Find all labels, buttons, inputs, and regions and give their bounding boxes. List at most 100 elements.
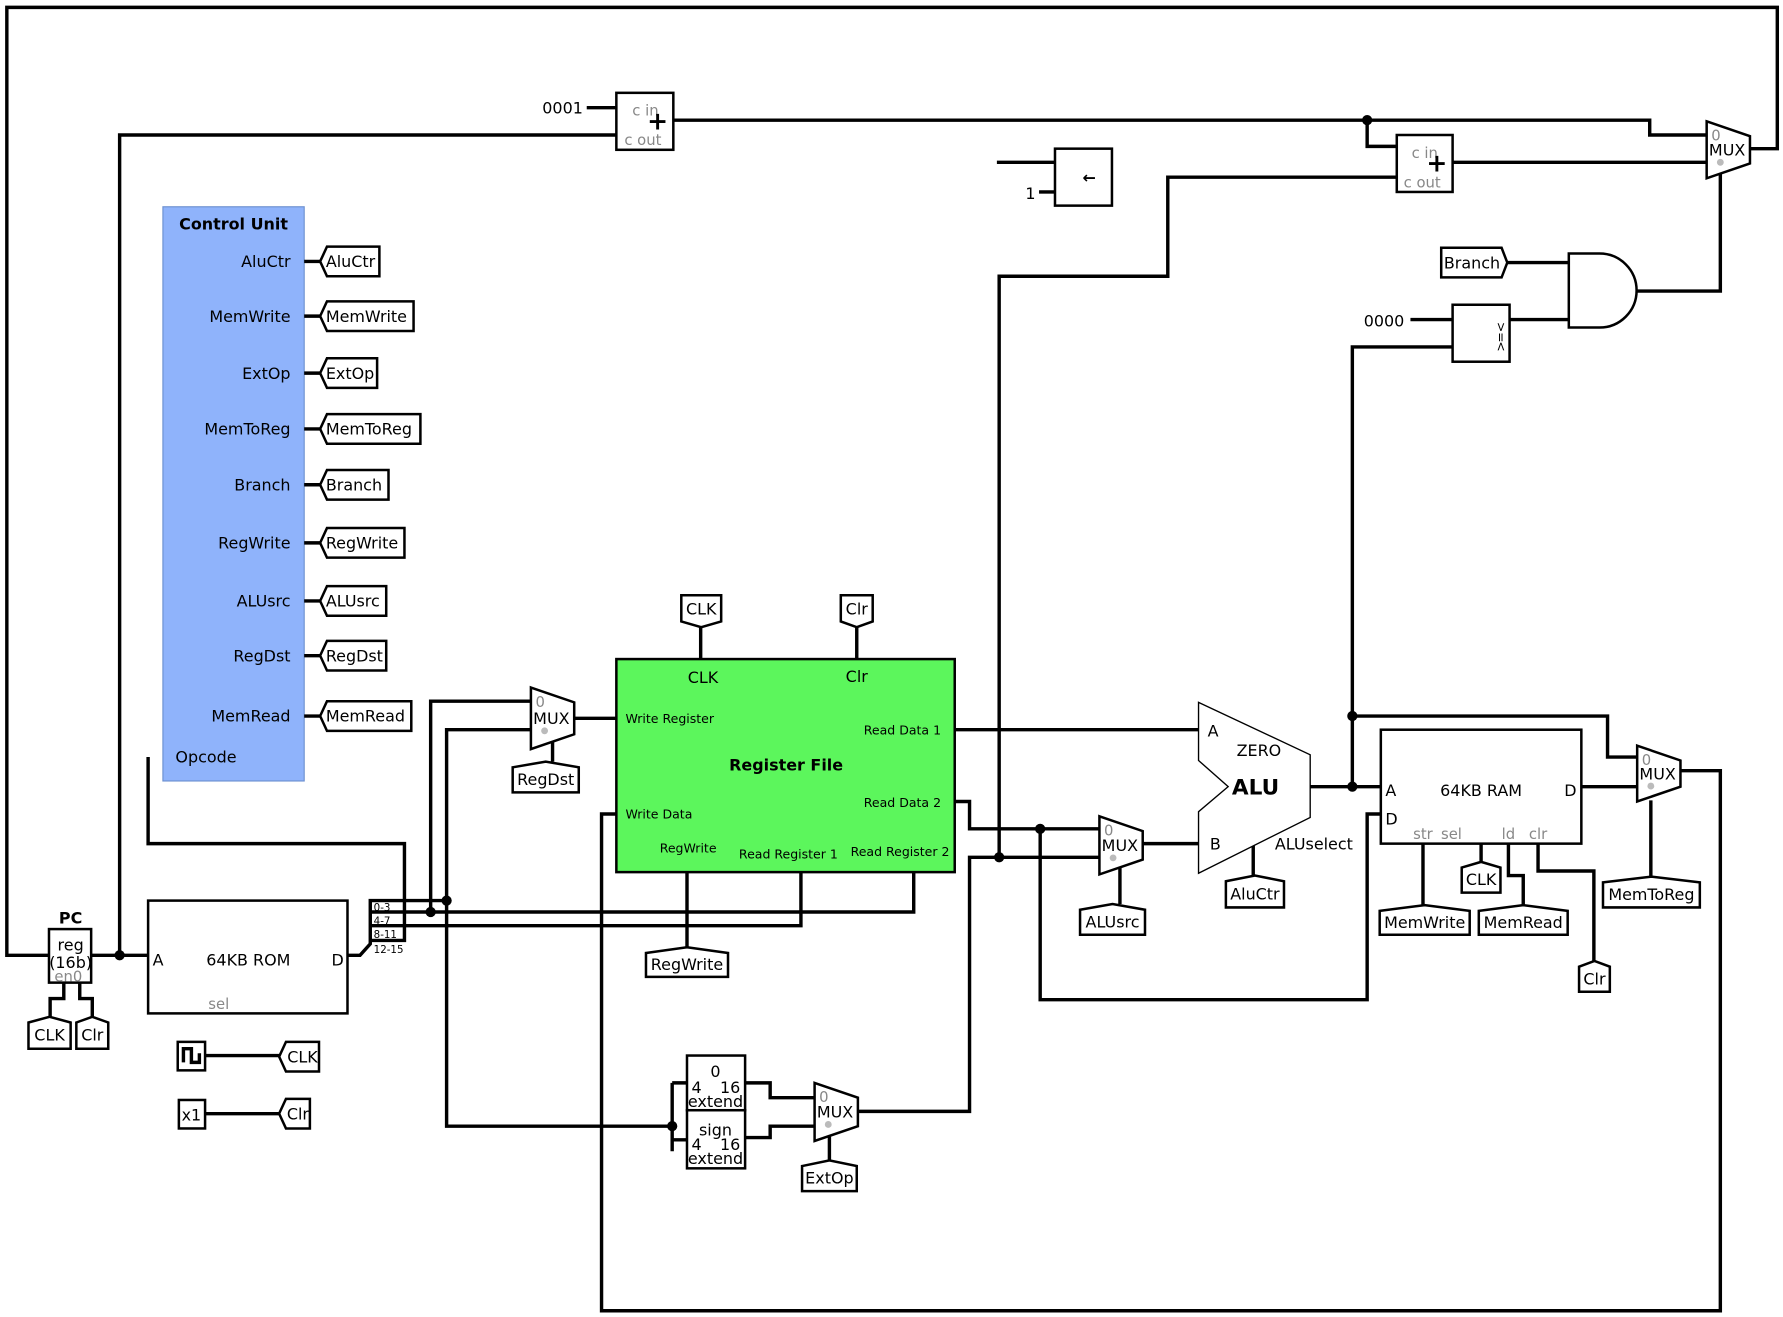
tunnel-branch: Branch <box>1439 246 1509 279</box>
branch-adder: c in + c out <box>1395 133 1454 194</box>
svg-text:64KB ROM: 64KB ROM <box>206 951 290 970</box>
svg-text:ALUsrc: ALUsrc <box>326 592 380 611</box>
tunnel-memwrite: MemWrite <box>318 300 415 333</box>
svg-text:Clr: Clr <box>846 667 869 686</box>
tunnel-memtoreg: MemToReg <box>318 412 422 445</box>
svg-text:RegWrite: RegWrite <box>651 955 723 974</box>
svg-text:Control Unit: Control Unit <box>179 215 288 234</box>
svg-text:MUX: MUX <box>1639 764 1675 783</box>
svg-text:←: ← <box>1082 168 1095 187</box>
tunnel-clr: Clr <box>75 1015 110 1050</box>
clock-source[interactable] <box>176 1040 207 1072</box>
sign-extender: sign 4 16 extend <box>685 1108 747 1170</box>
svg-text:RegWrite: RegWrite <box>326 534 398 553</box>
control-output-label: RegDst <box>233 646 290 665</box>
svg-text:Register File: Register File <box>729 756 843 775</box>
regdst-mux: 0MUX <box>529 685 576 751</box>
tunnel-memtoreg: MemToReg <box>1601 875 1702 909</box>
control-output-label: MemToReg <box>204 420 290 439</box>
svg-text:x1: x1 <box>182 1105 202 1124</box>
pc-register: PC reg (16b) en0 <box>47 908 93 985</box>
svg-text:12-15: 12-15 <box>374 944 404 956</box>
control-output-label: Branch <box>234 475 290 494</box>
svg-text:ExtOp: ExtOp <box>326 364 374 383</box>
constant-0001: 0001 <box>542 98 583 117</box>
svg-text:Read Data 2: Read Data 2 <box>864 795 941 810</box>
svg-text:en0: en0 <box>54 968 82 985</box>
tunnel-memwrite: MemWrite <box>1378 903 1471 937</box>
svg-text:Clr: Clr <box>846 600 869 619</box>
svg-text:D: D <box>332 951 344 970</box>
alusrc-mux: 0MUX <box>1098 814 1144 877</box>
pc-adder: c in + c out <box>615 91 675 152</box>
control-output-label: AluCtr <box>241 252 291 271</box>
control-opcode-label: Opcode <box>175 748 236 767</box>
svg-text:Branch: Branch <box>1444 253 1500 272</box>
svg-text:RegDst: RegDst <box>326 646 383 665</box>
svg-text:Read Register 1: Read Register 1 <box>739 846 838 861</box>
svg-text:AluCtr: AluCtr <box>1230 884 1280 903</box>
tunnel-aluctr: AluCtr <box>318 245 381 278</box>
svg-text:0: 0 <box>710 1062 720 1081</box>
svg-text:A: A <box>1208 722 1219 741</box>
svg-text:8-11: 8-11 <box>374 929 397 941</box>
constant-x1: x1 <box>177 1098 207 1130</box>
tunnel-aluctr: AluCtr <box>1224 874 1286 909</box>
svg-text:CLK: CLK <box>688 668 719 687</box>
tunnel-extop: ExtOp <box>800 1159 859 1193</box>
svg-text:ZERO: ZERO <box>1237 741 1282 760</box>
tunnel-branch: Branch <box>318 468 390 501</box>
svg-text:CLK: CLK <box>34 1026 65 1045</box>
svg-text:str: str <box>1413 826 1434 843</box>
svg-text:4-7: 4-7 <box>374 916 391 928</box>
tunnel-clr: Clr <box>277 1097 312 1130</box>
svg-text:<: < <box>1494 341 1509 352</box>
svg-text:ALU: ALU <box>1232 776 1279 801</box>
svg-text:MemToReg: MemToReg <box>326 420 412 439</box>
svg-text:A: A <box>153 951 164 970</box>
control-output-label: MemRead <box>211 707 290 726</box>
memtoreg-mux: 0MUX <box>1635 743 1682 804</box>
svg-text:>: > <box>1494 322 1509 333</box>
svg-text:Clr: Clr <box>1583 969 1606 988</box>
svg-text:MUX: MUX <box>1709 141 1745 160</box>
svg-text:A: A <box>1385 781 1396 800</box>
svg-text:+: + <box>647 106 668 135</box>
control-output-label: ALUsrc <box>237 592 291 611</box>
svg-text:MUX: MUX <box>533 709 569 728</box>
svg-text:MemRead: MemRead <box>1484 913 1563 932</box>
svg-text:sel: sel <box>1441 826 1462 843</box>
svg-text:extend: extend <box>688 1092 743 1111</box>
control-output-label: MemWrite <box>209 307 290 326</box>
svg-text:ALUselect: ALUselect <box>1275 834 1353 853</box>
svg-text:c out: c out <box>624 132 661 149</box>
svg-text:MemWrite: MemWrite <box>1384 913 1465 932</box>
constant-0000: 0000 <box>1364 311 1405 330</box>
tunnel-clk: CLK <box>680 594 723 629</box>
register-file: CLK Clr Write Register Read Data 1 Regis… <box>615 657 956 874</box>
instruction-rom: A 64KB ROM D sel <box>146 899 349 1015</box>
tunnel-regdst: RegDst <box>318 639 388 672</box>
svg-text:RegDst: RegDst <box>517 770 574 789</box>
svg-text:B: B <box>1210 834 1221 853</box>
tunnel-alusrc: ALUsrc <box>1078 902 1147 937</box>
svg-text:CLK: CLK <box>686 600 717 619</box>
tunnel-memread: MemRead <box>318 699 413 733</box>
tunnel-regwrite: RegWrite <box>318 526 406 559</box>
svg-text:Clr: Clr <box>81 1026 104 1045</box>
svg-text:+: + <box>1426 148 1447 177</box>
svg-text:sel: sel <box>208 996 229 1013</box>
svg-text:CLK: CLK <box>287 1047 318 1066</box>
svg-text:PC: PC <box>59 908 82 927</box>
tunnel-clr: Clr <box>1577 959 1612 993</box>
svg-text:clr: clr <box>1529 826 1548 843</box>
svg-text:MemToReg: MemToReg <box>1608 885 1694 904</box>
svg-text:0-3: 0-3 <box>374 902 391 914</box>
tunnel-memread: MemRead <box>1477 903 1569 937</box>
svg-text:MUX: MUX <box>817 1103 853 1122</box>
tunnel-clk: CLK <box>1460 860 1502 894</box>
zero-extender: 0 4 16 extend <box>685 1054 747 1112</box>
comparator: > = < <box>1451 303 1511 363</box>
svg-text:Branch: Branch <box>326 475 382 494</box>
svg-text:D: D <box>1385 809 1397 828</box>
